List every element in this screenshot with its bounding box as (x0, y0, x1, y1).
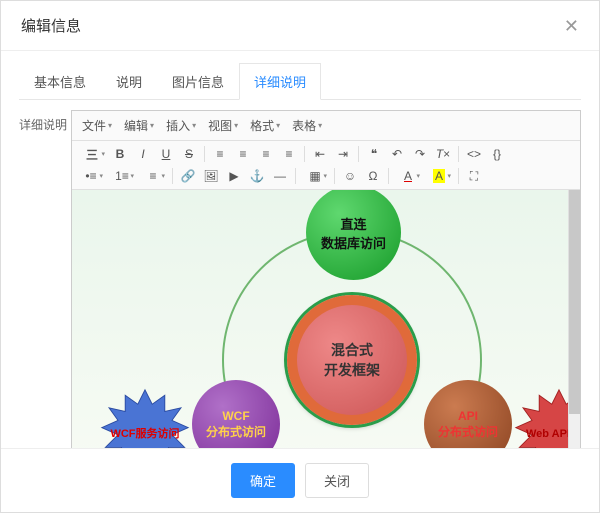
italic-icon[interactable]: I (132, 144, 154, 164)
indent-icon[interactable]: ⇥ (332, 144, 354, 164)
tabs: 基本信息 说明 图片信息 详细说明 (19, 63, 581, 100)
text-color-icon[interactable]: A (393, 166, 423, 186)
menu-edit[interactable]: 编辑▾ (118, 113, 160, 138)
undo-icon[interactable]: ↶ (386, 144, 408, 164)
align-center-icon[interactable]: ≡ (232, 144, 254, 164)
tab-detail[interactable]: 详细说明 (239, 63, 321, 100)
clear-format-icon[interactable]: T× (432, 144, 454, 164)
align-right-icon[interactable]: ≡ (255, 144, 277, 164)
table-icon[interactable]: ▦ (300, 166, 330, 186)
image-icon[interactable]: 🖼 (200, 166, 222, 186)
hr-icon[interactable]: — (269, 166, 291, 186)
underline-icon[interactable]: U (155, 144, 177, 164)
editor-toolbar: 三 B I U S ≡ ≡ ≡ ≡ ⇤ ⇥ ❝ (72, 141, 580, 190)
outdent-icon[interactable]: ⇤ (309, 144, 331, 164)
anchor-icon[interactable]: ⚓ (246, 166, 268, 186)
bg-color-icon[interactable]: A (424, 166, 454, 186)
menu-table[interactable]: 表格▾ (286, 113, 328, 138)
dialog-header: 编辑信息 ✕ (1, 1, 599, 51)
rich-editor: 文件▾ 编辑▾ 插入▾ 视图▾ 格式▾ 表格▾ 三 B I U S ≡ (71, 110, 581, 448)
source-icon[interactable]: {} (486, 144, 508, 164)
field-label: 详细说明 (19, 110, 71, 133)
tab-basic[interactable]: 基本信息 (19, 63, 101, 100)
ok-button[interactable]: 确定 (231, 463, 295, 498)
tab-desc[interactable]: 说明 (101, 63, 157, 100)
align-left-icon[interactable]: ≡ (209, 144, 231, 164)
number-list-icon[interactable]: 1≡ (107, 166, 137, 186)
vertical-scrollbar[interactable] (568, 190, 580, 448)
cancel-button[interactable]: 关闭 (305, 463, 369, 498)
bullet-list-icon[interactable]: •≡ (76, 166, 106, 186)
editor-menubar: 文件▾ 编辑▾ 插入▾ 视图▾ 格式▾ 表格▾ (72, 111, 580, 141)
node-center: 混合式 开发框架 (287, 295, 417, 425)
close-icon[interactable]: ✕ (564, 17, 579, 35)
menu-file[interactable]: 文件▾ (76, 113, 118, 138)
link-icon[interactable]: 🔗 (177, 166, 199, 186)
fullscreen-icon[interactable]: ⛶ (463, 166, 485, 186)
bold-icon[interactable]: B (109, 144, 131, 164)
dialog-title: 编辑信息 (21, 15, 81, 36)
code-icon[interactable]: <> (463, 144, 485, 164)
node-burst-left: WCF服务访问 (100, 388, 190, 448)
redo-icon[interactable]: ↷ (409, 144, 431, 164)
charmap-icon[interactable]: Ω (362, 166, 384, 186)
emoji-icon[interactable]: ☺ (339, 166, 361, 186)
diagram: 直连 数据库访问 混合式 开发框架 WCF服务访问 (72, 190, 580, 448)
quote-icon[interactable]: ❝ (363, 144, 385, 164)
media-icon[interactable]: ▶ (223, 166, 245, 186)
dialog: 编辑信息 ✕ 基本信息 说明 图片信息 详细说明 详细说明 文件▾ 编辑▾ 插入… (0, 0, 600, 513)
editor-canvas[interactable]: 直连 数据库访问 混合式 开发框架 WCF服务访问 (72, 190, 580, 448)
menu-insert[interactable]: 插入▾ (160, 113, 202, 138)
tab-image[interactable]: 图片信息 (157, 63, 239, 100)
heading-select-icon[interactable]: 三 (76, 144, 108, 164)
menu-view[interactable]: 视图▾ (202, 113, 244, 138)
dialog-footer: 确定 关闭 (1, 448, 599, 512)
strike-icon[interactable]: S (178, 144, 200, 164)
align-justify-icon[interactable]: ≡ (278, 144, 300, 164)
line-height-icon[interactable]: ≡ (138, 166, 168, 186)
menu-format[interactable]: 格式▾ (244, 113, 286, 138)
